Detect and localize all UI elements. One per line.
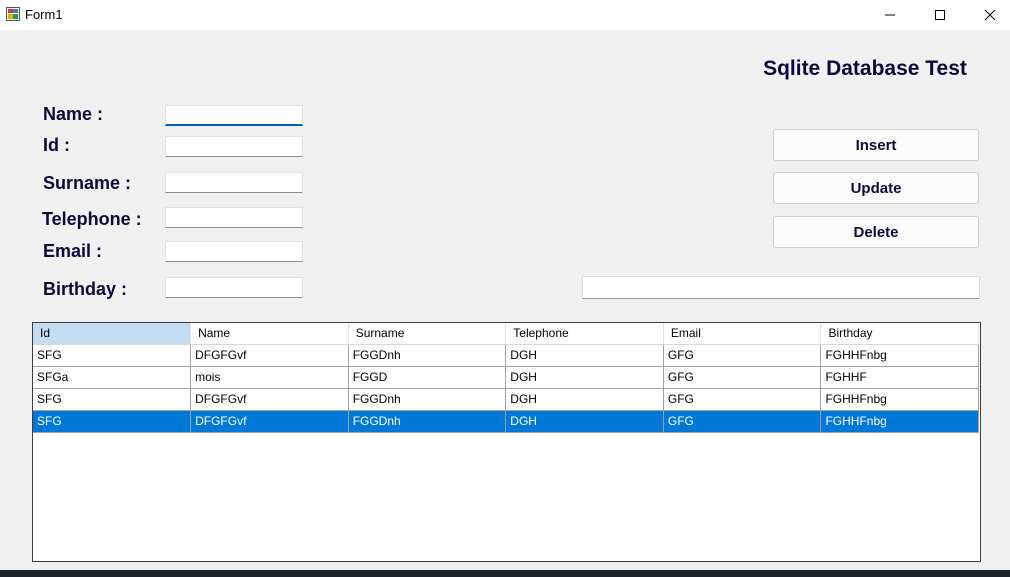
table-row[interactable]: SFG DFGFGvf FGGDnh DGH GFG FGHHFnbg — [33, 388, 980, 411]
name-input[interactable] — [165, 105, 303, 126]
update-button[interactable]: Update — [773, 172, 979, 204]
insert-button[interactable]: Insert — [773, 129, 979, 161]
cell-birthday[interactable]: FGHHFnbg — [820, 388, 980, 411]
cell-surname[interactable]: FGGDnh — [348, 344, 507, 367]
minimize-icon — [885, 14, 895, 16]
column-header-email[interactable]: Email — [663, 323, 822, 345]
cell-telephone[interactable]: DGH — [505, 410, 664, 433]
id-label: Id : — [43, 135, 70, 155]
cell-surname[interactable]: FGGDnh — [348, 410, 507, 433]
cell-id[interactable]: SFGa — [33, 366, 192, 389]
cell-birthday[interactable]: FGHHF — [820, 366, 980, 389]
cell-name[interactable]: mois — [190, 366, 349, 389]
telephone-label: Telephone : — [42, 209, 142, 229]
cell-email[interactable]: GFG — [663, 344, 822, 367]
app-icon — [6, 7, 20, 21]
cell-id[interactable]: SFG — [33, 388, 192, 411]
cell-name[interactable]: DFGFGvf — [190, 344, 349, 367]
cell-id[interactable]: SFG — [33, 410, 192, 433]
column-header-id[interactable]: Id — [33, 323, 192, 345]
records-table: Id Name Surname Telephone Email Birthday… — [33, 323, 980, 433]
delete-button[interactable]: Delete — [773, 216, 979, 248]
cell-surname[interactable]: FGGD — [348, 366, 507, 389]
close-button[interactable] — [967, 0, 1010, 30]
column-header-name[interactable]: Name — [190, 323, 349, 345]
maximize-button[interactable] — [917, 0, 963, 30]
surname-label: Surname : — [43, 173, 132, 193]
cell-email[interactable]: GFG — [663, 410, 822, 433]
cell-telephone[interactable]: DGH — [505, 388, 664, 411]
birthday-input[interactable] — [165, 277, 303, 298]
email-label: Email : — [43, 241, 103, 261]
cell-telephone[interactable]: DGH — [505, 344, 664, 367]
surname-input[interactable] — [165, 172, 303, 193]
cell-name[interactable]: DFGFGvf — [190, 410, 349, 433]
cell-birthday[interactable]: FGHHFnbg — [820, 344, 980, 367]
title-bar: Form1 — [0, 0, 1010, 30]
background-window-strip — [0, 570, 1010, 577]
table-row-selected[interactable]: SFG DFGFGvf FGGDnh DGH GFG FGHHFnbg — [33, 410, 980, 433]
email-input[interactable] — [165, 241, 303, 262]
cell-surname[interactable]: FGGDnh — [348, 388, 507, 411]
column-header-telephone[interactable]: Telephone — [505, 323, 664, 345]
cell-id[interactable]: SFG — [33, 344, 192, 367]
column-header-birthday[interactable]: Birthday — [820, 323, 980, 345]
search-input[interactable] — [582, 276, 980, 299]
data-grid[interactable]: Id Name Surname Telephone Email Birthday… — [32, 322, 981, 562]
window-title: Form1 — [25, 7, 63, 22]
birthday-label: Birthday : — [43, 279, 128, 299]
header-row: Id Name Surname Telephone Email Birthday — [33, 323, 980, 345]
page-title: Sqlite Database Test — [763, 57, 967, 80]
cell-name[interactable]: DFGFGvf — [190, 388, 349, 411]
cell-telephone[interactable]: DGH — [505, 366, 664, 389]
close-icon — [984, 9, 996, 21]
maximize-icon — [935, 10, 945, 20]
column-header-surname[interactable]: Surname — [348, 323, 507, 345]
cell-email[interactable]: GFG — [663, 366, 822, 389]
cell-email[interactable]: GFG — [663, 388, 822, 411]
table-row[interactable]: SFG DFGFGvf FGGDnh DGH GFG FGHHFnbg — [33, 344, 980, 367]
minimize-button[interactable] — [867, 0, 913, 30]
cell-birthday[interactable]: FGHHFnbg — [820, 410, 980, 433]
telephone-input[interactable] — [165, 207, 303, 228]
table-row[interactable]: SFGa mois FGGD DGH GFG FGHHF — [33, 366, 980, 389]
name-label: Name : — [43, 104, 104, 124]
id-input[interactable] — [165, 136, 303, 157]
